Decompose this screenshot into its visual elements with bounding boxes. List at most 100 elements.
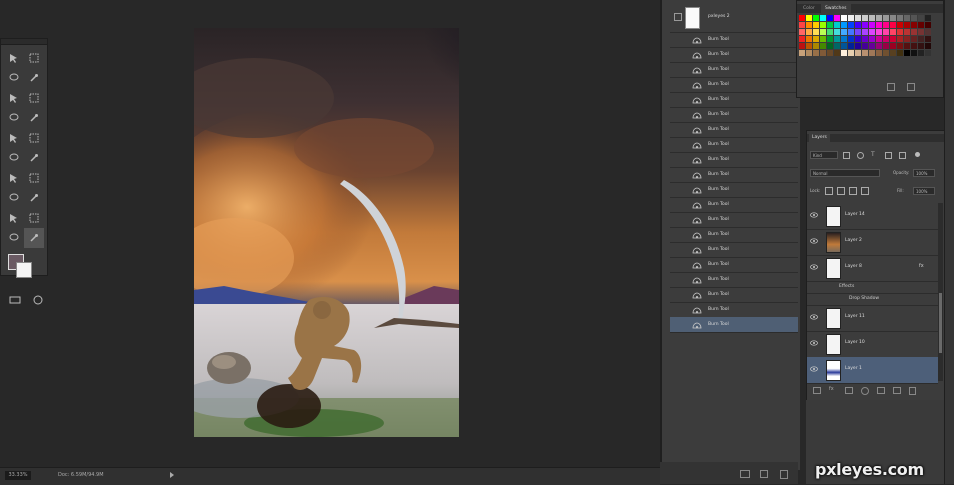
new-document-from-state-icon[interactable]: [740, 470, 750, 478]
tab-layers[interactable]: Layers: [809, 134, 830, 142]
shape-tool-icon[interactable]: [24, 208, 44, 228]
swatch-chip[interactable]: [904, 29, 910, 35]
history-state[interactable]: Burn Tool: [670, 242, 798, 258]
gradient-tool-icon[interactable]: [24, 148, 44, 168]
swatch-chip[interactable]: [897, 15, 903, 21]
marquee-tool-icon[interactable]: [24, 48, 44, 68]
swatch-chip[interactable]: [813, 22, 819, 28]
history-state[interactable]: Burn Tool: [670, 227, 798, 243]
type-tool-icon[interactable]: [24, 188, 44, 208]
history-state[interactable]: Burn Tool: [670, 272, 798, 288]
visibility-eye-icon[interactable]: [810, 340, 818, 346]
swatch-chip[interactable]: [904, 50, 910, 56]
swatch-chip[interactable]: [876, 15, 882, 21]
swatch-chip[interactable]: [813, 29, 819, 35]
swatch-chip[interactable]: [862, 43, 868, 49]
new-group-icon[interactable]: [877, 387, 885, 394]
swatch-chip[interactable]: [869, 50, 875, 56]
swatch-chip[interactable]: [876, 29, 882, 35]
lock-pixels-icon[interactable]: [837, 187, 845, 195]
history-state[interactable]: Burn Tool: [670, 47, 798, 63]
layer-row[interactable]: Layer 8 fx: [807, 255, 938, 282]
swatch-chip[interactable]: [806, 15, 812, 21]
swatch-chip[interactable]: [841, 29, 847, 35]
swatch-chip[interactable]: [827, 36, 833, 42]
swatch-chip[interactable]: [827, 50, 833, 56]
lock-position-icon[interactable]: [849, 187, 857, 195]
swatch-chip[interactable]: [918, 22, 924, 28]
filter-toggle-icon[interactable]: [915, 152, 920, 157]
swatch-chip[interactable]: [813, 15, 819, 21]
swatch-chip[interactable]: [813, 36, 819, 42]
filter-shape-icon[interactable]: [885, 152, 892, 159]
layer-filter-kind[interactable]: Kind: [810, 151, 838, 159]
eyedropper-icon[interactable]: [24, 88, 44, 108]
swatch-chip[interactable]: [869, 29, 875, 35]
swatch-chip[interactable]: [820, 50, 826, 56]
dodge-tool-icon[interactable]: [24, 168, 44, 188]
swatch-chip[interactable]: [834, 43, 840, 49]
swatch-chip[interactable]: [897, 36, 903, 42]
swatch-chip[interactable]: [911, 15, 917, 21]
swatch-chip[interactable]: [883, 36, 889, 42]
swatch-chip[interactable]: [827, 29, 833, 35]
swatch-chip[interactable]: [876, 36, 882, 42]
new-swatch-icon[interactable]: [887, 83, 895, 91]
zoom-level-field[interactable]: 33.33%: [5, 471, 31, 480]
swatch-chip[interactable]: [841, 50, 847, 56]
swatch-chip[interactable]: [911, 43, 917, 49]
swatch-chip[interactable]: [869, 15, 875, 21]
document-canvas[interactable]: [194, 28, 459, 437]
delete-layer-icon[interactable]: [909, 387, 916, 395]
swatch-chip[interactable]: [890, 22, 896, 28]
swatch-chip[interactable]: [897, 50, 903, 56]
swatch-chip[interactable]: [855, 43, 861, 49]
swatch-chip[interactable]: [904, 15, 910, 21]
swatch-chip[interactable]: [841, 36, 847, 42]
swatch-chip[interactable]: [890, 50, 896, 56]
swatch-chip[interactable]: [897, 43, 903, 49]
swatch-chip[interactable]: [834, 29, 840, 35]
swatch-chip[interactable]: [883, 29, 889, 35]
swatch-chip[interactable]: [813, 50, 819, 56]
layers-scrollbar[interactable]: [938, 203, 943, 381]
history-state[interactable]: Burn Tool: [670, 302, 798, 318]
history-state[interactable]: Burn Tool: [670, 122, 798, 138]
swatch-chip[interactable]: [806, 22, 812, 28]
blend-mode-select[interactable]: Normal: [810, 169, 880, 177]
healing-brush-icon[interactable]: [4, 108, 24, 128]
swatch-chip[interactable]: [925, 50, 931, 56]
tab-color[interactable]: Color: [799, 4, 819, 13]
swatch-chip[interactable]: [841, 15, 847, 21]
swatch-chip[interactable]: [883, 22, 889, 28]
filter-smart-object-icon[interactable]: [899, 152, 906, 159]
new-layer-icon[interactable]: [893, 387, 901, 394]
visibility-eye-icon[interactable]: [810, 264, 818, 270]
visibility-eye-icon[interactable]: [810, 314, 818, 320]
delete-state-icon[interactable]: [780, 470, 788, 479]
link-layers-icon[interactable]: [813, 387, 821, 394]
snapshot-source-icon[interactable]: [674, 13, 682, 21]
layer-row[interactable]: Layer 10: [807, 331, 938, 358]
swatch-chip[interactable]: [820, 36, 826, 42]
swatch-chip[interactable]: [883, 15, 889, 21]
swatch-grid[interactable]: [799, 15, 931, 79]
visibility-eye-icon[interactable]: [810, 212, 818, 218]
tab-swatches[interactable]: Swatches: [821, 4, 851, 13]
swatch-chip[interactable]: [820, 15, 826, 21]
swatch-chip[interactable]: [827, 43, 833, 49]
swatch-chip[interactable]: [848, 29, 854, 35]
swatch-chip[interactable]: [834, 36, 840, 42]
swatch-chip[interactable]: [834, 50, 840, 56]
add-mask-icon[interactable]: [845, 387, 853, 394]
swatch-chip[interactable]: [862, 29, 868, 35]
swatch-chip[interactable]: [799, 36, 805, 42]
swatch-chip[interactable]: [890, 15, 896, 21]
swatch-chip[interactable]: [827, 22, 833, 28]
fill-field[interactable]: 100%: [913, 187, 935, 195]
swatch-chip[interactable]: [841, 43, 847, 49]
layers-scrollbar-thumb[interactable]: [939, 293, 942, 353]
swatch-chip[interactable]: [855, 15, 861, 21]
swatch-chip[interactable]: [925, 43, 931, 49]
swatch-chip[interactable]: [925, 15, 931, 21]
